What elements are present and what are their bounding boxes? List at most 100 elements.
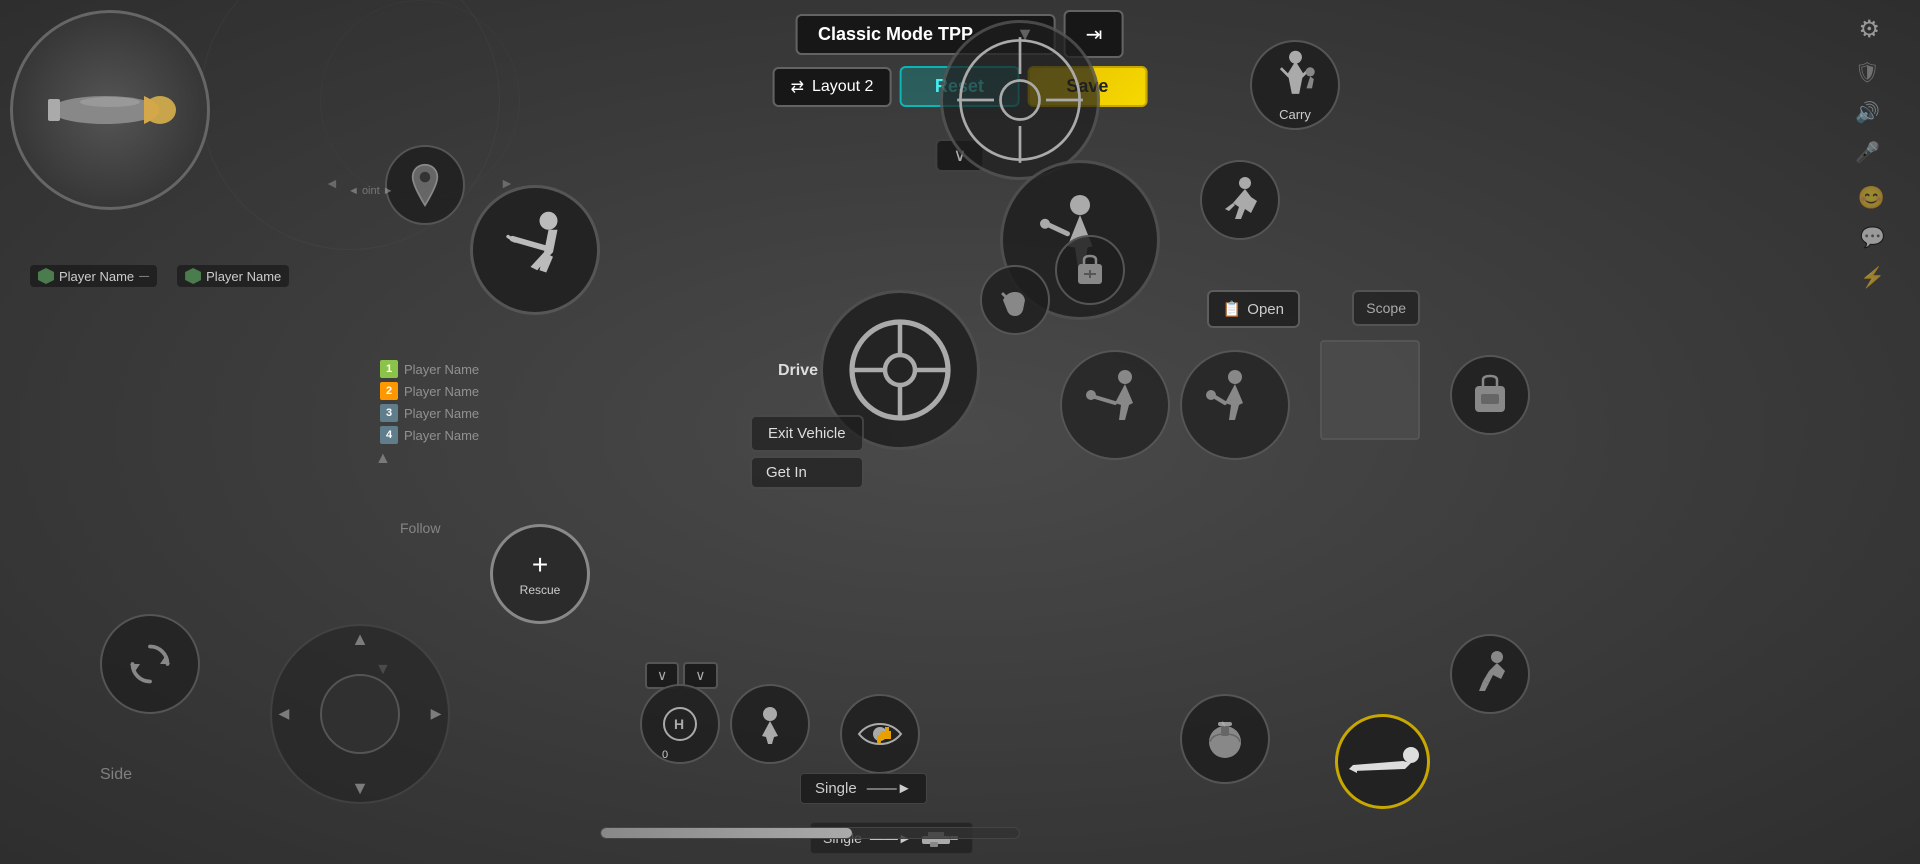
- team-num-1: 1: [380, 360, 398, 378]
- drive-icon: [840, 310, 960, 430]
- crosshair-circle: [940, 20, 1100, 180]
- team-item-1: 1 Player Name: [380, 360, 479, 378]
- running-figure-icon: [1215, 175, 1265, 225]
- carry-figure-icon: [1268, 48, 1323, 103]
- settings-icon[interactable]: ⚙: [1858, 15, 1880, 44]
- location-pin-icon: [407, 163, 443, 207]
- carry-label: Carry: [1279, 107, 1311, 122]
- carry-button[interactable]: Carry: [1250, 40, 1340, 130]
- dpad-up[interactable]: ▲: [351, 629, 369, 650]
- follow-button[interactable]: Follow: [400, 520, 440, 536]
- gyro-button[interactable]: H: [640, 684, 720, 764]
- prone-button[interactable]: [1335, 714, 1430, 809]
- team-item-3: 3 Player Name: [380, 404, 479, 422]
- team-item-4: 4 Player Name: [380, 426, 479, 444]
- rescue-button[interactable]: + Rescue: [490, 524, 590, 624]
- shoot-standing-button-2[interactable]: [1180, 350, 1290, 460]
- aim-figure-icon-1: [1075, 365, 1155, 445]
- open-label: Open: [1247, 301, 1284, 318]
- layout-button[interactable]: ⇄ Layout 2: [773, 67, 892, 107]
- open-button[interactable]: 📋 Open: [1207, 290, 1300, 328]
- player-name-2: Player Name: [177, 265, 289, 287]
- shield-icon-1: [38, 268, 54, 284]
- ghost-arrow-left: ◄: [325, 175, 339, 191]
- backpack-button[interactable]: [1450, 355, 1530, 435]
- team-name-2: Player Name: [404, 384, 479, 399]
- emoji-icon[interactable]: 😊: [1858, 185, 1885, 211]
- sprint-icon[interactable]: ⚡: [1860, 265, 1885, 290]
- ammo-display: [10, 10, 210, 210]
- eye-like-button[interactable]: [840, 694, 920, 774]
- team-list: 1 Player Name 2 Player Name 3 Player Nam…: [380, 360, 479, 444]
- eye-like-icon: [855, 709, 905, 759]
- get-in-button[interactable]: Get In: [750, 456, 864, 489]
- rescue-plus-icon: +: [532, 551, 548, 579]
- team-arrow-up[interactable]: ▲: [375, 450, 391, 468]
- grenade-button[interactable]: [1180, 694, 1270, 784]
- hand-icon: [995, 280, 1035, 320]
- team-item-2: 2 Player Name: [380, 382, 479, 400]
- dpad-right[interactable]: ►: [427, 704, 445, 725]
- team-name-1: Player Name: [404, 362, 479, 377]
- player-names-bar: Player Name — Player Name: [30, 265, 289, 287]
- progress-bar-bg: [600, 827, 1020, 839]
- team-num-3: 3: [380, 404, 398, 422]
- player-name-1: Player Name —: [30, 265, 157, 287]
- aim-figure-icon-2: [1195, 365, 1275, 445]
- crouch-icon: [1465, 649, 1515, 699]
- prone-icon: [1343, 737, 1423, 787]
- dpad-left[interactable]: ◄: [275, 704, 293, 725]
- grab-button[interactable]: [980, 265, 1050, 335]
- weapon-info-row-1: Single ——►: [800, 773, 927, 804]
- weapon-arrow-1: ——►: [867, 780, 912, 797]
- bullet-icon: [30, 70, 190, 150]
- weapon-icon-1: —: [139, 271, 149, 282]
- speaker-icon[interactable]: 🔊: [1855, 100, 1880, 125]
- weapon-single-label-1: Single: [815, 780, 857, 797]
- progress-bar-area: [600, 827, 1020, 839]
- crosshair-icon: [955, 35, 1085, 165]
- vehicle-action-buttons: Exit Vehicle Get In: [750, 415, 864, 489]
- gyro-icon: H: [660, 704, 700, 744]
- shoot-standing-button-1[interactable]: [1060, 350, 1170, 460]
- dpad-down[interactable]: ▼: [351, 778, 369, 799]
- run-button[interactable]: [1200, 160, 1280, 240]
- team-num-4: 4: [380, 426, 398, 444]
- aim-shoot-button[interactable]: [470, 185, 600, 315]
- shield-icon-2: [185, 268, 201, 284]
- inventory-slot[interactable]: [1320, 340, 1420, 440]
- backpack-icon: [1465, 370, 1515, 420]
- crouch-button[interactable]: [1450, 634, 1530, 714]
- scope-button[interactable]: Scope: [1352, 290, 1420, 326]
- shield-badge-icon: 🛡: [1855, 60, 1880, 85]
- grenade-icon: [1200, 714, 1250, 764]
- open-icon: 📋: [1223, 300, 1242, 318]
- player-silhouette-button[interactable]: [730, 684, 810, 764]
- svg-text:H: H: [674, 716, 684, 732]
- bag-button[interactable]: [1055, 235, 1125, 305]
- player-silhouette-icon: [750, 704, 790, 744]
- location-pin-button[interactable]: [385, 145, 465, 225]
- bag-icon: [1070, 250, 1110, 290]
- get-in-label: Get In: [766, 464, 807, 481]
- layout-label: Layout 2: [812, 78, 873, 96]
- ammo-count: 0: [662, 749, 668, 761]
- team-num-2: 2: [380, 382, 398, 400]
- terrain-decor-1: [200, 0, 500, 250]
- drive-label: Drive: [778, 362, 818, 380]
- player-name-text-1: Player Name: [59, 269, 134, 284]
- dpad: ◄ ► ▲ ▼: [270, 624, 450, 804]
- refresh-icon: [125, 639, 175, 689]
- exit-vehicle-label: Exit Vehicle: [768, 425, 846, 442]
- export-icon: ⇥: [1086, 22, 1103, 47]
- point-label: ◄ oint ►: [348, 185, 394, 197]
- exit-vehicle-button[interactable]: Exit Vehicle: [750, 415, 864, 452]
- side-button[interactable]: [100, 614, 200, 714]
- mic-icon[interactable]: 🎤: [1855, 140, 1880, 165]
- progress-bar-fill: [601, 828, 852, 838]
- player-name-text-2: Player Name: [206, 269, 281, 284]
- chat-icon[interactable]: 💬: [1860, 225, 1885, 250]
- team-name-3: Player Name: [404, 406, 479, 421]
- kneeling-shooter-icon: [490, 205, 580, 295]
- rescue-label: Rescue: [520, 583, 561, 597]
